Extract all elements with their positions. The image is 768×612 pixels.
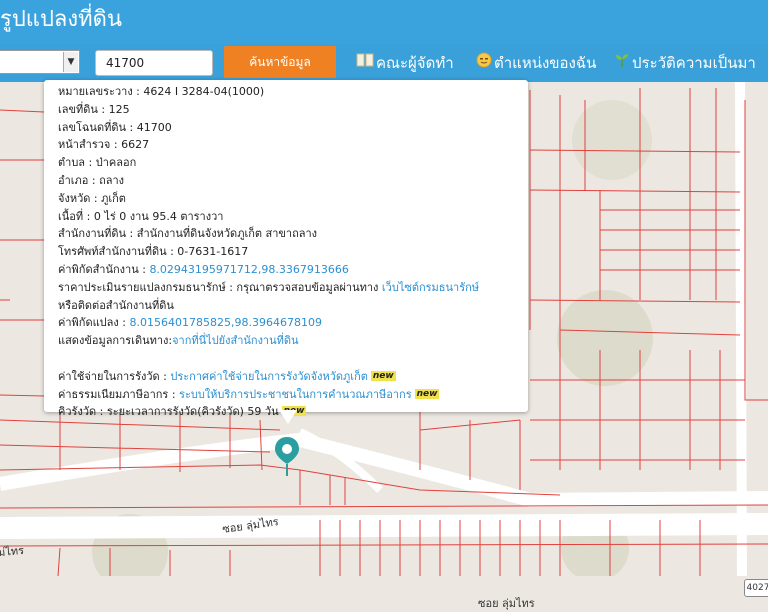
parcel-coords-link[interactable]: 8.0156401785825,98.3964678109 xyxy=(129,316,321,329)
deed-number-input[interactable]: 41700 xyxy=(95,50,213,76)
directions: แสดงข้อมูลการเดินทาง:จากที่นี่ไปยังสำนัก… xyxy=(58,332,528,350)
survey-page: หน้าสำรวจ : 6627 xyxy=(58,138,150,152)
new-badge: new xyxy=(414,388,440,399)
parcel-info-popup: หมายเลขระวาง : 4624 I 3284-04(1000) เลขท… xyxy=(44,80,528,418)
book-icon xyxy=(356,52,374,73)
province-select[interactable]: ▼ xyxy=(0,50,80,74)
survey-fee-label: ค่าใช้จ่ายในการรังวัด : xyxy=(58,369,171,383)
parcel-coords: ค่าพิกัดแปลง : 8.0156401785825,98.396467… xyxy=(58,314,528,332)
search-button[interactable]: ค้นหาข้อมูล xyxy=(224,46,336,78)
nav-link-my-location-label: ตำแหน่งของฉัน xyxy=(494,54,597,72)
road-label: ม่ไทร xyxy=(0,543,25,560)
map-pin-icon[interactable] xyxy=(274,436,300,476)
nav-link-team-label: คณะผู้จัดทำ xyxy=(376,54,454,72)
road-label: ซอย ลุ่มไทร xyxy=(478,597,535,610)
district: อำเภอ : ถลาง xyxy=(58,173,125,187)
popup-pointer xyxy=(279,410,297,424)
office-coords-label: ค่าพิกัดสำนักงาน : xyxy=(58,262,150,276)
nav-link-history-label: ประวัติความเป็นมา xyxy=(632,54,756,72)
appraisal-cont: หรือติดต่อสำนักงานที่ดิน xyxy=(58,298,174,312)
area: เนื้อที่ : 0 ไร่ 0 งาน 95.4 ตารางวา xyxy=(58,209,224,223)
land-office: สำนักงานที่ดิน : สำนักงานที่ดินจังหวัดภู… xyxy=(58,227,318,241)
deed-number: เลขโฉนดที่ดิน : 41700 xyxy=(58,120,172,134)
survey-fee-link[interactable]: ประกาศค่าใช้จ่ายในการรังวัดจังหวัดภูเก็ต xyxy=(170,370,368,383)
appraisal: ราคาประเมินรายแปลงกรมธนารักษ์ : กรุณาตรว… xyxy=(58,279,528,297)
sprout-icon xyxy=(614,52,630,73)
nav-link-my-location[interactable]: ตำแหน่งของฉัน xyxy=(476,52,596,73)
nav-link-team[interactable]: คณะผู้จัดทำ xyxy=(356,52,454,73)
land-number: เลขที่ดิน : 125 xyxy=(58,102,130,116)
subdistrict: ตำบล : ป่าคลอก xyxy=(58,156,137,170)
chevron-down-icon[interactable]: ▼ xyxy=(63,52,78,72)
route-shield: 4027 xyxy=(744,579,768,597)
new-badge: new xyxy=(370,370,396,381)
appraisal-label: ราคาประเมินรายแปลงกรมธนารักษ์ : กรุณาตรว… xyxy=(58,280,382,294)
survey-fee: ค่าใช้จ่ายในการรังวัด : ประกาศค่าใช้จ่าย… xyxy=(58,368,528,386)
tax-fee-link[interactable]: ระบบให้บริการประชาชนในการคำนวณภาษีอากร xyxy=(179,388,412,401)
directions-link[interactable]: จากที่นี่ไปยังสำนักงานที่ดิน xyxy=(172,334,298,347)
app-title: รูปแปลงที่ดิน xyxy=(0,7,122,32)
tax-fee-label: ค่าธรรมเนียมภาษีอากร : xyxy=(58,387,180,401)
tax-fee: ค่าธรรมเนียมภาษีอากร : ระบบให้บริการประช… xyxy=(58,386,528,404)
office-phone: โทรศัพท์สำนักงานที่ดิน : 0-7631-1617 xyxy=(58,245,249,259)
survey-number: หมายเลขระวาง : 4624 I 3284-04(1000) xyxy=(58,85,265,98)
treasury-website-link[interactable]: เว็บไซต์กรมธนารักษ์ xyxy=(382,281,479,294)
parcel-coords-label: ค่าพิกัดแปลง : xyxy=(58,316,130,330)
office-coords-link[interactable]: 8.02943195971712,98.3367913666 xyxy=(149,263,348,276)
office-coords: ค่าพิกัดสำนักงาน : 8.02943195971712,98.3… xyxy=(58,261,528,279)
directions-label: แสดงข้อมูลการเดินทาง: xyxy=(58,334,173,348)
survey-queue-text: คิวรังวัด : ระยะเวลาการรังวัด(คิวรังวัด)… xyxy=(58,405,279,419)
nav-link-history[interactable]: ประวัติความเป็นมา xyxy=(614,52,756,73)
app-header: รูปแปลงที่ดิน xyxy=(0,0,768,44)
province: จังหวัด : ภูเก็ต xyxy=(58,191,126,205)
face-icon xyxy=(476,52,492,73)
search-toolbar: ▼ 41700 ค้นหาข้อมูล คณะผู้จัดทำ ตำแหน่งข… xyxy=(0,44,768,82)
